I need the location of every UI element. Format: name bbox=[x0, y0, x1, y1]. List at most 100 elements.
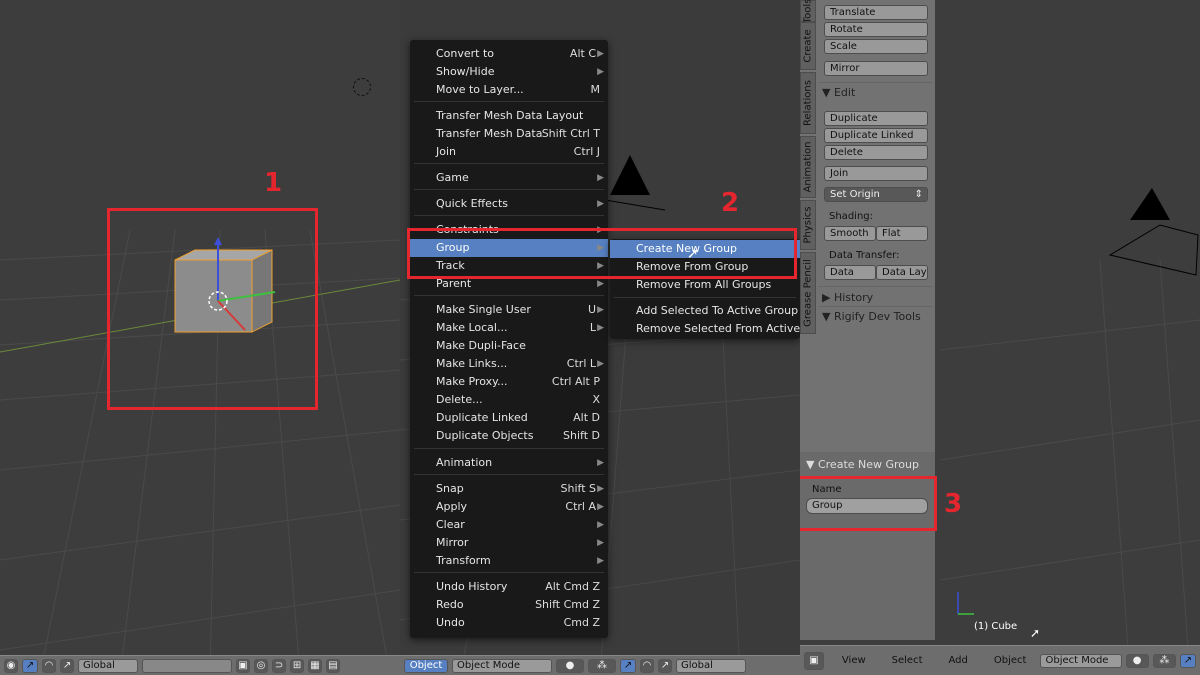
menu-item-shortcut: L bbox=[589, 321, 596, 334]
menu-item[interactable]: Transform ▶ bbox=[410, 552, 608, 570]
translate-button[interactable]: Translate bbox=[824, 5, 928, 20]
flat-button[interactable]: Flat bbox=[876, 226, 928, 241]
submenu-item[interactable]: Add Selected To Active Group bbox=[610, 302, 800, 320]
menu-item-label: Game bbox=[436, 171, 469, 184]
menu-item[interactable]: Apply Ctrl A ▶ bbox=[410, 498, 608, 516]
smooth-button[interactable]: Smooth bbox=[824, 226, 876, 241]
rotate-button[interactable]: Rotate bbox=[824, 22, 928, 37]
menu-item[interactable]: Show/Hide ▶ bbox=[410, 63, 608, 81]
menu-item-shortcut: Shift Cmd Z bbox=[535, 598, 600, 611]
menu-item[interactable]: Quick Effects ▶ bbox=[410, 195, 608, 213]
menu-item[interactable]: Game ▶ bbox=[410, 169, 608, 187]
menu-item[interactable]: Make Local... L ▶ bbox=[410, 319, 608, 337]
menu-item-label: Undo bbox=[436, 616, 465, 629]
snap-icon[interactable]: ⊃ bbox=[272, 658, 286, 673]
rotate-manipulator-icon[interactable]: ◠ bbox=[42, 658, 56, 673]
menu-item[interactable]: Duplicate Objects Shift D bbox=[410, 427, 608, 445]
snap-element-icon[interactable]: ⊞ bbox=[290, 658, 304, 673]
toolshelf-tab[interactable]: Tools bbox=[800, 0, 816, 23]
add-menu[interactable]: Add bbox=[949, 655, 968, 666]
menu-item[interactable]: Undo Cmd Z bbox=[410, 614, 608, 632]
rigify-panel-header[interactable]: ▼ Rigify Dev Tools bbox=[822, 310, 921, 323]
select-menu[interactable]: Select bbox=[892, 655, 923, 666]
orientation-select[interactable]: Global bbox=[78, 658, 138, 673]
orientation-select[interactable]: Global bbox=[676, 658, 746, 673]
duplicate-button[interactable]: Duplicate bbox=[824, 111, 928, 126]
manipulator-icon[interactable]: ↗ bbox=[1179, 653, 1196, 668]
pivot-icon[interactable]: ⁂ bbox=[1152, 653, 1176, 668]
pivot-icon[interactable]: ⁂ bbox=[588, 658, 616, 673]
camera-object[interactable] bbox=[605, 150, 675, 230]
menu-item-label: Mirror bbox=[436, 536, 469, 549]
submenu-arrow-icon: ▶ bbox=[597, 67, 604, 77]
object-menu: Convert to Alt C ▶ Show/Hide ▶ Move to Layer.… bbox=[410, 40, 608, 638]
set-origin-select[interactable]: Set Origin ⇕ bbox=[824, 187, 928, 202]
layers-grid[interactable] bbox=[142, 658, 232, 673]
menu-item-label: Animation bbox=[436, 456, 493, 469]
menu-item[interactable]: Join Ctrl J bbox=[410, 143, 608, 161]
menu-item[interactable]: Move to Layer... M bbox=[410, 81, 608, 99]
lock-icon[interactable]: ▣ bbox=[236, 658, 250, 673]
view-menu[interactable]: View bbox=[842, 655, 866, 666]
camera-icon[interactable]: ▤ bbox=[326, 658, 340, 673]
toolshelf-tab[interactable]: Relations bbox=[800, 72, 816, 134]
scale-manipulator-icon[interactable]: ↗ bbox=[60, 658, 74, 673]
scale-manipulator-icon[interactable]: ↗ bbox=[658, 658, 672, 673]
menu-item[interactable]: Clear ▶ bbox=[410, 516, 608, 534]
menu-item[interactable]: Make Proxy... Ctrl Alt P bbox=[410, 373, 608, 391]
editor-type-icon[interactable]: ▣ bbox=[804, 651, 824, 670]
menu-item[interactable]: Make Dupli-Face bbox=[410, 337, 608, 355]
toolshelf-tab[interactable]: Animation bbox=[800, 136, 816, 198]
submenu-arrow-icon: ▶ bbox=[597, 538, 604, 548]
submenu-arrow-icon: ▶ bbox=[597, 305, 604, 315]
menu-item[interactable]: Snap Shift S ▶ bbox=[410, 480, 608, 498]
menu-separator bbox=[414, 474, 604, 475]
menu-item[interactable]: Duplicate Linked Alt D bbox=[410, 409, 608, 427]
object-menu-button[interactable]: Object bbox=[404, 658, 448, 673]
join-button[interactable]: Join bbox=[824, 166, 928, 181]
shading-select[interactable]: ● bbox=[556, 658, 584, 673]
toolshelf-tab[interactable]: Grease Pencil bbox=[800, 252, 816, 334]
mirror-button[interactable]: Mirror bbox=[824, 61, 928, 76]
submenu-arrow-icon: ▶ bbox=[597, 49, 604, 59]
menu-item[interactable]: Mirror ▶ bbox=[410, 534, 608, 552]
menu-item-shortcut: Alt C bbox=[569, 47, 596, 60]
menu-item-label: Make Links... bbox=[436, 357, 508, 370]
duplicate-linked-button[interactable]: Duplicate Linked bbox=[824, 128, 928, 143]
menu-separator bbox=[414, 572, 604, 573]
data-layout-button[interactable]: Data Lay bbox=[876, 265, 928, 280]
pivot-icon[interactable]: ◉ bbox=[4, 658, 18, 673]
menu-item[interactable]: Make Single User U ▶ bbox=[410, 301, 608, 319]
operator-panel-header[interactable]: ▼ Create New Group bbox=[806, 458, 919, 471]
viewport-panel-2[interactable]: Convert to Alt C ▶ Show/Hide ▶ Move to Layer.… bbox=[400, 0, 800, 675]
manipulator-icon[interactable]: ↗ bbox=[620, 658, 636, 673]
menu-item[interactable]: Redo Shift Cmd Z bbox=[410, 596, 608, 614]
menu-item[interactable]: Convert to Alt C ▶ bbox=[410, 45, 608, 63]
render-icon[interactable]: ▦ bbox=[308, 658, 322, 673]
menu-separator bbox=[414, 189, 604, 190]
data-button[interactable]: Data bbox=[824, 265, 876, 280]
light-icon[interactable] bbox=[353, 78, 371, 96]
history-panel-header[interactable]: ▶ History bbox=[822, 291, 873, 304]
toolshelf-tab[interactable]: Create bbox=[800, 22, 816, 70]
menu-item[interactable]: Undo History Alt Cmd Z bbox=[410, 578, 608, 596]
mode-select[interactable]: Object Mode bbox=[1040, 653, 1122, 668]
proportional-edit-icon[interactable]: ◎ bbox=[254, 658, 268, 673]
scale-button[interactable]: Scale bbox=[824, 39, 928, 54]
mode-select[interactable]: Object Mode bbox=[452, 658, 552, 673]
toolshelf-tab[interactable]: Physics bbox=[800, 200, 816, 250]
viewport-panel-1[interactable]: 1 ◉ ↗ ◠ ↗ Global ▣ ◎ ⊃ ⊞ ▦ ▤ bbox=[0, 0, 400, 675]
menu-item[interactable]: Animation ▶ bbox=[410, 454, 608, 472]
rotate-manipulator-icon[interactable]: ◠ bbox=[640, 658, 654, 673]
delete-button[interactable]: Delete bbox=[824, 145, 928, 160]
submenu-item[interactable]: Remove Selected From Active Grou bbox=[610, 320, 800, 338]
menu-item[interactable]: Delete... X bbox=[410, 391, 608, 409]
object-menu-button[interactable]: Object bbox=[994, 655, 1027, 666]
manipulator-icon[interactable]: ↗ bbox=[22, 658, 38, 673]
menu-item[interactable]: Transfer Mesh Data Layout bbox=[410, 107, 608, 125]
shading-select[interactable]: ● bbox=[1125, 653, 1149, 668]
menu-item[interactable]: Transfer Mesh Data Shift Ctrl T bbox=[410, 125, 608, 143]
edit-panel-header[interactable]: ▼ Edit bbox=[822, 86, 855, 99]
menu-item[interactable]: Make Links... Ctrl L ▶ bbox=[410, 355, 608, 373]
camera-object[interactable] bbox=[1100, 180, 1200, 290]
